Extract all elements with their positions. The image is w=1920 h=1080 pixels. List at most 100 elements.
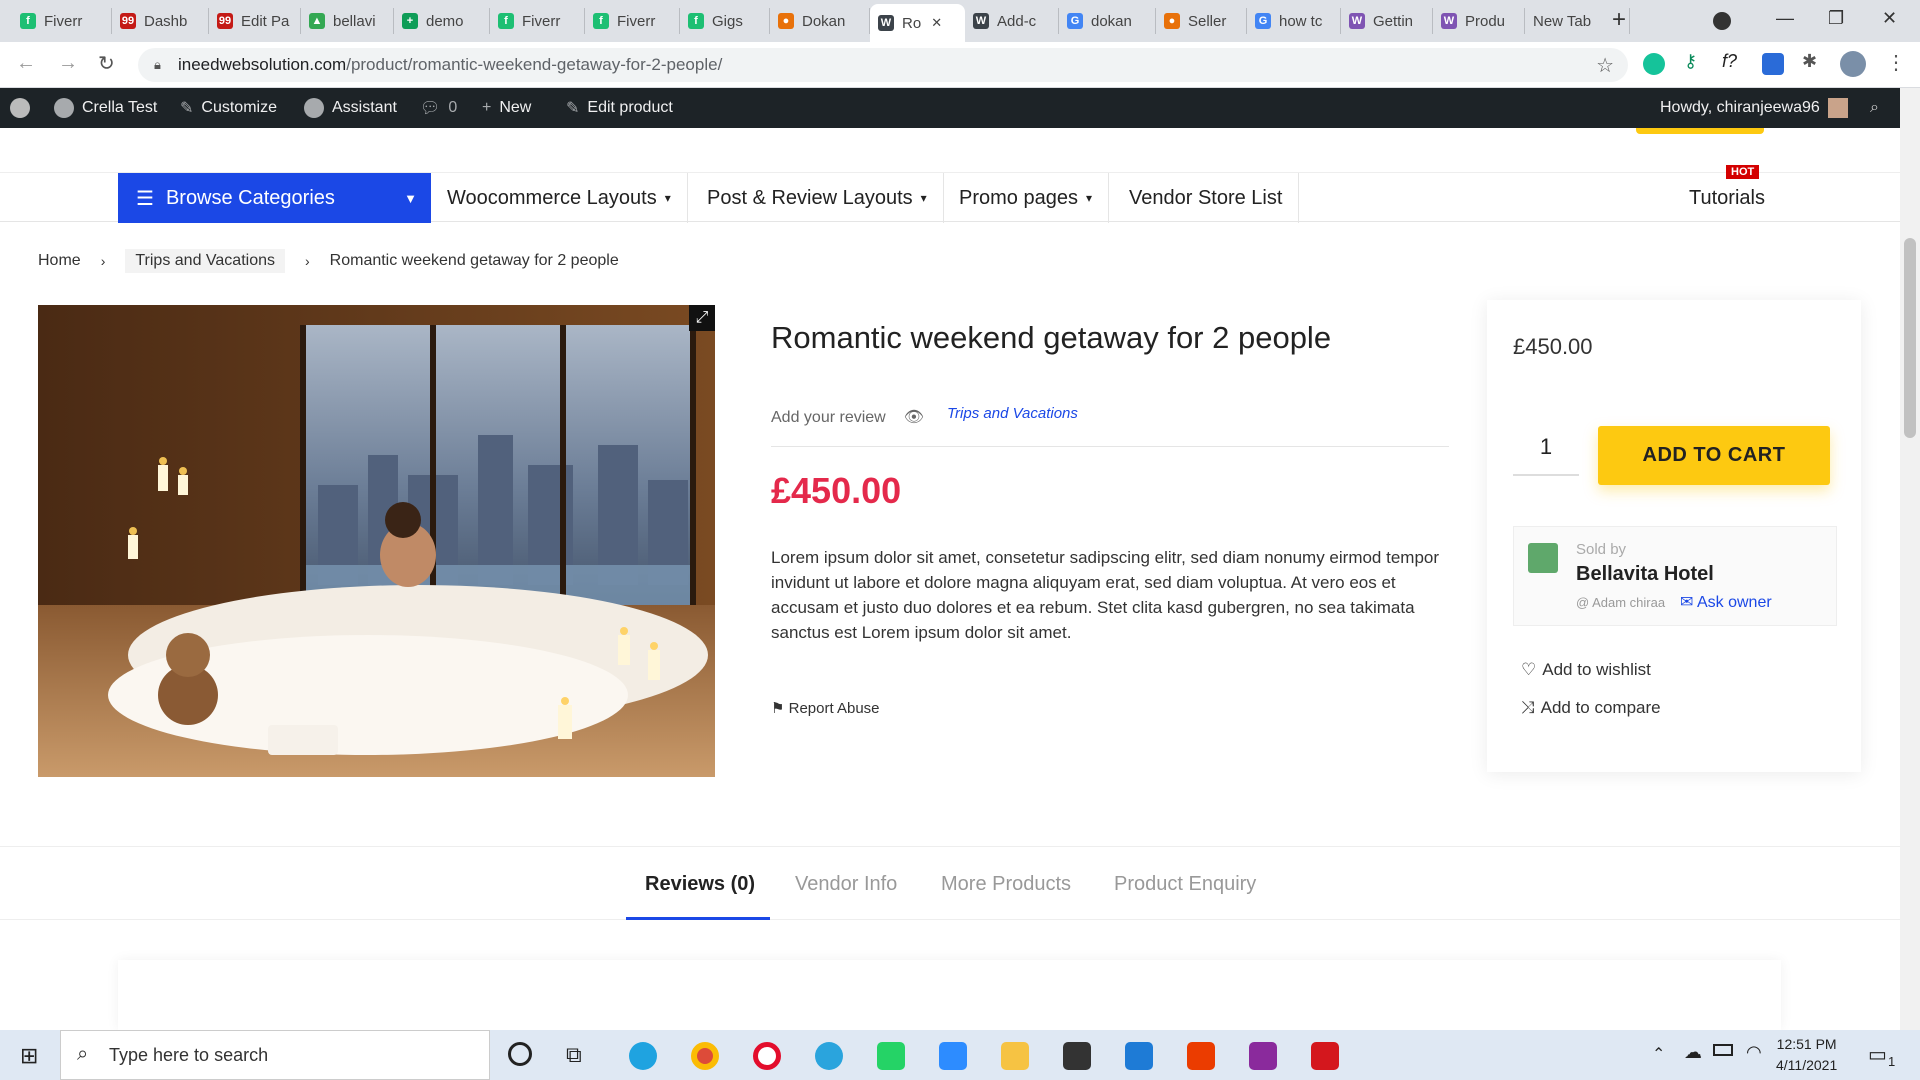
chevron-up-icon[interactable]: ⌃: [1652, 1044, 1665, 1064]
browser-tab[interactable]: 99 Edit Pa: [209, 8, 301, 34]
product-image[interactable]: ⤢: [38, 305, 715, 777]
browser-tab[interactable]: f Fiverr: [490, 8, 585, 34]
store-icon[interactable]: [1063, 1042, 1091, 1070]
breadcrumb-home[interactable]: Home: [38, 252, 81, 270]
opera-icon[interactable]: [753, 1042, 781, 1070]
tab-product-enquiry[interactable]: Product Enquiry: [1114, 873, 1256, 896]
telegram-icon[interactable]: [815, 1042, 843, 1070]
tab-favicon-icon: +: [402, 13, 418, 29]
browser-menu-icon[interactable]: ⋮: [1886, 50, 1906, 75]
add-to-cart-button[interactable]: ADD TO CART: [1598, 426, 1830, 485]
task-view-icon[interactable]: ⧉: [566, 1042, 582, 1068]
ask-owner-link[interactable]: ✉ Ask owner: [1680, 592, 1772, 612]
close-window-icon[interactable]: ✕: [1882, 8, 1897, 29]
file-explorer-icon[interactable]: [1001, 1042, 1029, 1070]
cortana-icon[interactable]: [508, 1042, 532, 1066]
mail-icon: ✉: [1680, 594, 1694, 611]
forward-icon[interactable]: →: [58, 52, 78, 75]
bookmark-star-icon[interactable]: ☆: [1596, 53, 1614, 78]
browser-tab[interactable]: + demo: [394, 8, 490, 34]
reload-icon[interactable]: ↻: [98, 51, 115, 76]
browser-tab[interactable]: 99 Dashb: [112, 8, 209, 34]
font-extension-icon[interactable]: f?: [1722, 51, 1737, 72]
product-category-link[interactable]: Trips and Vacations: [947, 405, 1078, 422]
browser-tab[interactable]: ● Seller: [1156, 8, 1247, 34]
zoom-icon[interactable]: [939, 1042, 967, 1070]
browser-tab[interactable]: ● Dokan: [770, 8, 870, 34]
wp-edit-product[interactable]: ✎ Edit product: [566, 88, 673, 128]
taskbar-search-box[interactable]: ⌕ Type here to search: [60, 1030, 490, 1080]
notification-icon[interactable]: ▭: [1868, 1042, 1887, 1067]
nav-post-review-layouts[interactable]: Post & Review Layouts ▾: [691, 173, 944, 223]
wifi-icon[interactable]: ◠: [1746, 1042, 1762, 1063]
mail-icon[interactable]: [1125, 1042, 1153, 1070]
close-tab-icon[interactable]: ✕: [931, 15, 942, 31]
browser-tab[interactable]: f Fiverr: [585, 8, 680, 34]
taskbar-clock[interactable]: 12:51 PM 4/11/2021: [1776, 1034, 1837, 1076]
expand-icon[interactable]: ⤢: [689, 305, 715, 331]
browse-categories-button[interactable]: ☰ Browse Categories ▼: [118, 173, 431, 223]
report-abuse-link[interactable]: ⚑ Report Abuse: [771, 699, 880, 717]
winrar-icon[interactable]: [1249, 1042, 1277, 1070]
screenshot-extension-icon[interactable]: [1762, 53, 1784, 75]
browser-tab[interactable]: Gdokan: [1059, 8, 1156, 34]
vendor-name[interactable]: Bellavita Hotel: [1576, 563, 1714, 586]
cloud-icon[interactable]: ☁: [1684, 1042, 1702, 1063]
wp-account[interactable]: Howdy, chiranjeewa96: [1660, 88, 1848, 128]
wp-logo-icon[interactable]: [10, 88, 30, 128]
customize-label: Customize: [201, 99, 277, 116]
url-field[interactable]: 🔒︎ ineedwebsolution.com/product/romantic…: [138, 48, 1628, 82]
add-to-wishlist-link[interactable]: ♡ Add to wishlist: [1521, 660, 1651, 680]
wp-new[interactable]: + New: [482, 88, 531, 128]
nav-promo-pages[interactable]: Promo pages ▾: [943, 173, 1109, 223]
wp-assistant[interactable]: Assistant: [304, 88, 397, 128]
extensions-puzzle-icon[interactable]: ✱: [1802, 51, 1817, 72]
whatsapp-icon[interactable]: [877, 1042, 905, 1070]
maximize-icon[interactable]: ❐: [1828, 8, 1844, 29]
main-nav: ☰ Browse Categories ▼ Woocommerce Layout…: [0, 165, 1900, 223]
tab-search-icon[interactable]: [1713, 12, 1731, 30]
add-review-link[interactable]: Add your review 👁︎: [771, 407, 924, 427]
wp-search-icon[interactable]: ⌕: [1870, 88, 1879, 128]
grammarly-extension-icon[interactable]: [1643, 53, 1665, 75]
tab-label: Produ: [1465, 12, 1506, 30]
tab-vendor-info[interactable]: Vendor Info: [795, 873, 897, 896]
wp-customize[interactable]: ✎ Customize: [180, 88, 277, 128]
edge-icon[interactable]: [629, 1042, 657, 1070]
minimize-icon[interactable]: —: [1776, 8, 1794, 29]
new-tab-icon[interactable]: +: [1612, 6, 1626, 34]
chrome-icon[interactable]: [691, 1042, 719, 1070]
office-icon[interactable]: [1187, 1042, 1215, 1070]
profile-avatar[interactable]: [1840, 51, 1866, 77]
browser-tab[interactable]: W Produ: [1433, 8, 1525, 34]
acrobat-icon[interactable]: [1311, 1042, 1339, 1070]
wp-site-name[interactable]: Crella Test: [54, 88, 157, 128]
search-icon: ⌕: [77, 1043, 89, 1065]
browser-tab[interactable]: W Gettin: [1341, 8, 1433, 34]
scrollbar-thumb[interactable]: [1904, 238, 1916, 438]
wp-comments[interactable]: 💬︎ 0: [420, 88, 457, 128]
nav-woocommerce-layouts[interactable]: Woocommerce Layouts ▾: [431, 173, 688, 223]
windows-start-icon[interactable]: ⊞: [20, 1043, 38, 1069]
nav-vendor-store-list[interactable]: Vendor Store List: [1113, 173, 1300, 223]
breadcrumb-category[interactable]: Trips and Vacations: [125, 249, 285, 273]
quantity-input[interactable]: 1: [1513, 420, 1579, 476]
browser-tab[interactable]: f Gigs: [680, 8, 770, 34]
flag-icon: ⚑: [771, 700, 785, 717]
nav-tutorials[interactable]: Tutorials: [1689, 173, 1765, 223]
battery-icon[interactable]: [1713, 1044, 1733, 1056]
browser-tab[interactable]: Ghow tc: [1247, 8, 1341, 34]
user-avatar: [1827, 98, 1848, 118]
browser-tab[interactable]: f Fiverr: [12, 8, 112, 34]
browser-tab[interactable]: W Ro ✕: [870, 4, 965, 42]
add-to-compare-link[interactable]: ⤨ Add to compare: [1521, 698, 1661, 718]
tab-more-products[interactable]: More Products: [941, 873, 1071, 896]
tab-reviews[interactable]: Reviews (0): [645, 873, 755, 896]
page-scrollbar[interactable]: [1900, 88, 1920, 1030]
back-icon[interactable]: ←: [16, 52, 36, 75]
browser-tab[interactable]: ▲ bellavi: [301, 8, 394, 34]
tab-favicon-icon: ●: [778, 13, 794, 29]
key-extension-icon[interactable]: ⚷: [1684, 51, 1697, 72]
browser-tab[interactable]: W Add-c: [965, 8, 1059, 34]
add-review-label: Add your review: [771, 409, 886, 426]
